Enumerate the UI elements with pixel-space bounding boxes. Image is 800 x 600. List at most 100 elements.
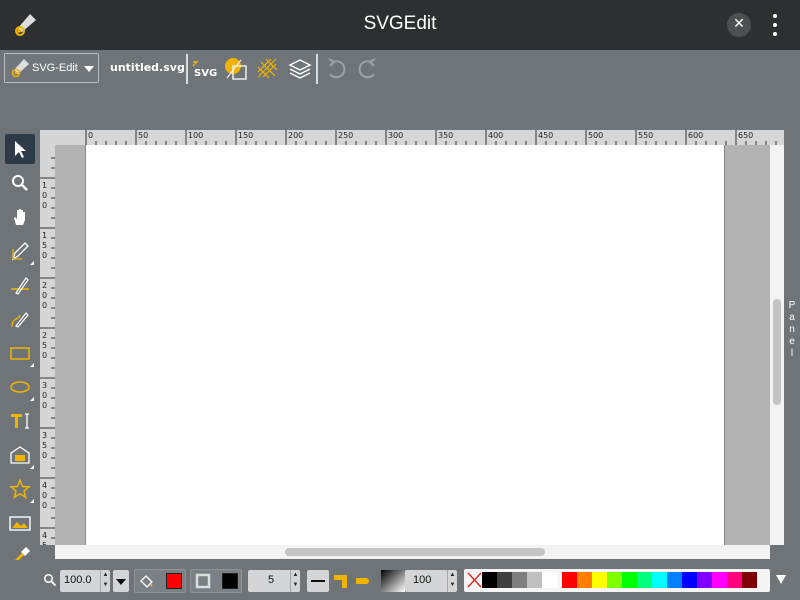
ruler-label: 0 bbox=[42, 501, 47, 510]
undo-button[interactable] bbox=[323, 56, 349, 82]
document-title: untitled.svg bbox=[110, 61, 185, 74]
palette-swatch[interactable] bbox=[712, 572, 727, 588]
stroke-width-stepper[interactable]: ▲ ▼ bbox=[290, 570, 300, 592]
palette-swatch[interactable] bbox=[512, 572, 527, 588]
zoom-dropdown-button[interactable] bbox=[113, 570, 129, 592]
vertical-ruler: 100150200250300350400450 bbox=[40, 145, 55, 545]
line-join-icon[interactable] bbox=[333, 572, 349, 590]
palette-swatch[interactable] bbox=[622, 572, 637, 588]
zoom-icon bbox=[43, 573, 57, 587]
ruler-label: 400 bbox=[488, 131, 503, 140]
palette-swatch[interactable] bbox=[497, 572, 512, 588]
palette-swatch[interactable] bbox=[607, 572, 622, 588]
ruler-label: 300 bbox=[388, 131, 403, 140]
grid-button[interactable] bbox=[255, 56, 281, 82]
palette-swatch[interactable] bbox=[637, 572, 652, 588]
svg-canvas[interactable] bbox=[85, 145, 725, 545]
palette-swatch[interactable] bbox=[482, 572, 497, 588]
palette-swatch[interactable] bbox=[592, 572, 607, 588]
stroke-icon bbox=[195, 573, 211, 589]
ruler-label: 1 bbox=[42, 181, 47, 190]
workarea[interactable] bbox=[55, 145, 784, 545]
line-cap-icon[interactable] bbox=[355, 572, 371, 590]
star-tool[interactable] bbox=[5, 474, 35, 504]
zoom-tool[interactable] bbox=[5, 168, 35, 198]
select-tool[interactable] bbox=[5, 134, 35, 164]
image-insert-tool[interactable] bbox=[5, 508, 35, 538]
top-toolbar: SVG-Edit untitled.svg SVG bbox=[0, 50, 800, 130]
palette-swatch[interactable] bbox=[577, 572, 592, 588]
pencil-icon bbox=[11, 242, 29, 261]
panel-letter: e bbox=[789, 336, 795, 347]
star-icon bbox=[9, 477, 31, 500]
flyout-indicator bbox=[30, 465, 34, 469]
palette-swatch[interactable] bbox=[682, 572, 697, 588]
wireframe-button[interactable] bbox=[223, 56, 249, 82]
ruler-label: 350 bbox=[438, 131, 453, 140]
ruler-corner bbox=[40, 130, 55, 145]
image-tool[interactable] bbox=[5, 440, 35, 470]
path-tool[interactable] bbox=[5, 304, 35, 334]
layers-button[interactable] bbox=[287, 56, 313, 82]
svg-source-icon: SVG bbox=[192, 61, 217, 79]
more-options-icon[interactable] bbox=[768, 12, 782, 38]
flyout-indicator bbox=[30, 397, 34, 401]
ruler-label: 0 bbox=[42, 291, 47, 300]
ruler-label: 0 bbox=[42, 401, 47, 410]
palette-swatch[interactable] bbox=[562, 572, 577, 588]
palette-swatch[interactable] bbox=[527, 572, 542, 588]
hand-icon bbox=[14, 209, 25, 225]
ellipse-tool[interactable] bbox=[5, 372, 35, 402]
path-icon bbox=[11, 312, 29, 328]
flyout-indicator bbox=[30, 261, 34, 265]
zoom-stepper[interactable]: ▲ ▼ bbox=[100, 570, 110, 592]
palette-swatch[interactable] bbox=[652, 572, 667, 588]
opacity-input[interactable]: 100 ▲ ▼ bbox=[405, 570, 457, 592]
rectangle-icon bbox=[10, 347, 30, 360]
zoom-input[interactable]: 100.0 ▲ ▼ bbox=[60, 570, 110, 592]
palette-swatch[interactable] bbox=[742, 572, 757, 588]
palette-swatch[interactable] bbox=[697, 572, 712, 588]
ruler-label: 150 bbox=[238, 131, 253, 140]
wireframe-icon bbox=[225, 58, 247, 80]
fill-color-swatch[interactable] bbox=[166, 573, 182, 589]
vertical-scrollbar-thumb[interactable] bbox=[773, 299, 781, 405]
main-menu-button[interactable]: SVG-Edit bbox=[4, 53, 99, 83]
horizontal-ruler: 0 50 100 150 200 250 300 350 400 450 500 550 600 650 bbox=[55, 130, 784, 145]
panel-handle[interactable]: P a n e l bbox=[784, 300, 800, 370]
chevron-down-icon[interactable] bbox=[776, 575, 786, 584]
no-color-swatch[interactable] bbox=[467, 572, 482, 588]
toolbar-divider bbox=[186, 54, 188, 84]
horizontal-scrollbar-thumb[interactable] bbox=[285, 548, 545, 556]
palette-swatch[interactable] bbox=[727, 572, 742, 588]
redo-button[interactable] bbox=[355, 56, 381, 82]
app-title: SVGEdit bbox=[363, 13, 437, 34]
ruler-label: 3 bbox=[42, 431, 47, 440]
ruler-label: 0 bbox=[88, 131, 93, 140]
palette-swatch[interactable] bbox=[667, 572, 682, 588]
toolbar-divider bbox=[316, 54, 318, 84]
magnifier-icon bbox=[12, 175, 28, 191]
line-tool[interactable] bbox=[5, 270, 35, 300]
stroke-width-input[interactable]: 5 ▲ ▼ bbox=[248, 570, 300, 592]
chevron-down-icon bbox=[84, 66, 94, 72]
text-tool[interactable] bbox=[5, 406, 35, 436]
fill-color-group[interactable] bbox=[134, 569, 186, 593]
image-icon bbox=[10, 446, 30, 464]
picture-icon bbox=[9, 516, 31, 531]
svg-source-button[interactable]: SVG bbox=[191, 56, 217, 82]
stroke-style-button[interactable] bbox=[307, 570, 329, 592]
ruler-label: 5 bbox=[42, 541, 47, 545]
pan-tool[interactable] bbox=[5, 202, 35, 232]
rect-tool[interactable] bbox=[5, 338, 35, 368]
pencil-tool[interactable] bbox=[5, 236, 35, 266]
stroke-color-swatch[interactable] bbox=[222, 573, 238, 589]
opacity-stepper[interactable]: ▲ ▼ bbox=[447, 570, 457, 592]
tool-panel bbox=[0, 130, 40, 600]
zoom-value: 100.0 bbox=[64, 574, 92, 586]
close-button[interactable]: ✕ bbox=[727, 13, 751, 37]
palette-swatch[interactable] bbox=[542, 572, 557, 588]
ruler-label: 0 bbox=[42, 301, 47, 310]
ruler-label: 1 bbox=[42, 231, 47, 240]
stroke-color-group[interactable] bbox=[190, 569, 242, 593]
